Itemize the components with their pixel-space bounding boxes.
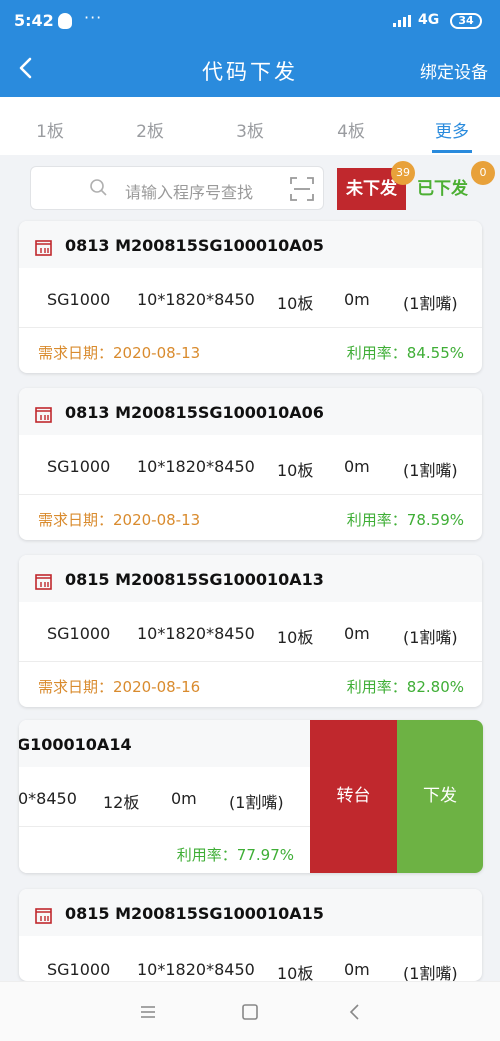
back-icon[interactable]	[343, 1000, 367, 1024]
program-code: 0815 M200815SG100010A15	[65, 904, 324, 923]
menu-icon[interactable]	[136, 1000, 160, 1024]
cut-nozzle: (1割嘴)	[403, 964, 458, 981]
battery-icon: 34	[450, 13, 482, 29]
required-date: 需求日期：2020-08-13	[38, 511, 201, 529]
card-details: SG1000 10*1820*8450 10板 0m (1割嘴)	[19, 435, 482, 495]
program-card[interactable]: 0813 M200815SG100010A05 SG1000 10*1820*8…	[19, 221, 482, 373]
network-type: 4G	[418, 12, 440, 28]
tab-board-2[interactable]: 2板	[115, 117, 185, 142]
card-footer: 需求日期：2020-08-16 利用率：82.80%	[19, 662, 482, 707]
card-footer: 需求日期：2020-08-13 利用率：78.59%	[19, 495, 482, 540]
card-footer: 需求日期：2020-08-13 利用率：84.55%	[19, 328, 482, 373]
system-nav-bar	[0, 981, 500, 1041]
board-count: 10板	[277, 964, 314, 981]
program-card[interactable]: 0813 M200815SG100010A06 SG1000 10*1820*8…	[19, 388, 482, 540]
status-bar: 5:42 ··· 4G 34	[0, 0, 500, 42]
program-code: 0815 M200815SG100010A13	[65, 570, 324, 589]
send-button[interactable]: 下发	[397, 720, 483, 873]
sent-count-badge: 0	[471, 161, 495, 185]
program-card[interactable]: 0815 M200815SG100010A15 SG1000 10*1820*8…	[19, 889, 482, 981]
sent-filter-button[interactable]: 已下发	[417, 168, 477, 210]
card-details: SG1000 10*1820*8450 10板 0m (1割嘴)	[19, 936, 482, 981]
notification-icon	[58, 13, 72, 29]
tab-board-1[interactable]: 1板	[15, 117, 85, 142]
machine-model: SG1000	[47, 960, 111, 979]
board-count: 12板	[103, 793, 140, 812]
utilization-rate: 利用率：84.55%	[346, 344, 464, 362]
home-icon[interactable]	[238, 1000, 262, 1024]
cut-nozzle: (1割嘴)	[229, 793, 284, 812]
card-details: SG1000 10*1820*8450 10板 0m (1割嘴)	[19, 602, 482, 662]
length: 0m	[171, 789, 197, 808]
plate-size: 10*1820*8450	[137, 290, 255, 309]
board-count: 10板	[277, 294, 314, 313]
utilization-rate: 利用率：77.97%	[176, 846, 294, 864]
tab-board-4[interactable]: 4板	[316, 117, 386, 142]
program-icon	[35, 407, 52, 423]
tab-board-3[interactable]: 3板	[215, 117, 285, 142]
machine-model: SG1000	[47, 624, 111, 643]
program-code: G100010A14	[19, 735, 132, 754]
cut-nozzle: (1割嘴)	[403, 461, 458, 480]
scan-icon[interactable]	[289, 176, 315, 202]
length: 0m	[344, 624, 370, 643]
length: 0m	[344, 290, 370, 309]
utilization-rate: 利用率：78.59%	[346, 511, 464, 529]
plate-size: 10*1820*8450	[137, 457, 255, 476]
signal-icon	[393, 15, 411, 27]
program-card[interactable]: 0815 M200815SG100010A13 SG1000 10*1820*8…	[19, 555, 482, 707]
bind-device-button[interactable]: 绑定设备	[420, 58, 488, 83]
pending-count-badge: 39	[391, 161, 415, 185]
search-icon	[90, 179, 107, 196]
required-date: 需求日期：2020-08-16	[38, 678, 201, 696]
board-count: 10板	[277, 628, 314, 647]
app-bar: 5:42 ··· 4G 34 代码下发 绑定设备	[0, 0, 500, 97]
search-input[interactable]: 请输入程序号查找	[125, 179, 253, 203]
search-box[interactable]: 请输入程序号查找	[30, 166, 324, 210]
plate-size: 10*1820*8450	[137, 624, 255, 643]
card-details: 0*8450 12板 0m (1割嘴)	[19, 767, 310, 827]
transfer-button[interactable]: 转台	[310, 720, 397, 873]
program-icon	[35, 574, 52, 590]
plate-size: 0*8450	[19, 789, 77, 808]
length: 0m	[344, 960, 370, 979]
program-code: 0813 M200815SG100010A06	[65, 403, 324, 422]
card-details: SG1000 10*1820*8450 10板 0m (1割嘴)	[19, 268, 482, 328]
cut-nozzle: (1割嘴)	[403, 294, 458, 313]
machine-model: SG1000	[47, 290, 111, 309]
cut-nozzle: (1割嘴)	[403, 628, 458, 647]
utilization-rate: 利用率：82.80%	[346, 678, 464, 696]
program-icon	[35, 908, 52, 924]
board-tabs: 1板 2板 3板 4板 更多	[0, 97, 500, 155]
plate-size: 10*1820*8450	[137, 960, 255, 979]
more-notifications-icon: ···	[84, 8, 103, 27]
swiped-card-content: G100010A14 0*8450 12板 0m (1割嘴) 利用率：77.97…	[19, 720, 310, 873]
board-count: 10板	[277, 461, 314, 480]
machine-model: SG1000	[47, 457, 111, 476]
swiped-program-card[interactable]: G100010A14 0*8450 12板 0m (1割嘴) 利用率：77.97…	[19, 720, 483, 873]
status-time: 5:42	[14, 11, 54, 30]
tab-more[interactable]: 更多	[417, 117, 487, 142]
program-code: 0813 M200815SG100010A05	[65, 236, 324, 255]
required-date: 需求日期：2020-08-13	[38, 344, 201, 362]
active-tab-indicator	[432, 150, 472, 153]
program-icon	[35, 240, 52, 256]
length: 0m	[344, 457, 370, 476]
